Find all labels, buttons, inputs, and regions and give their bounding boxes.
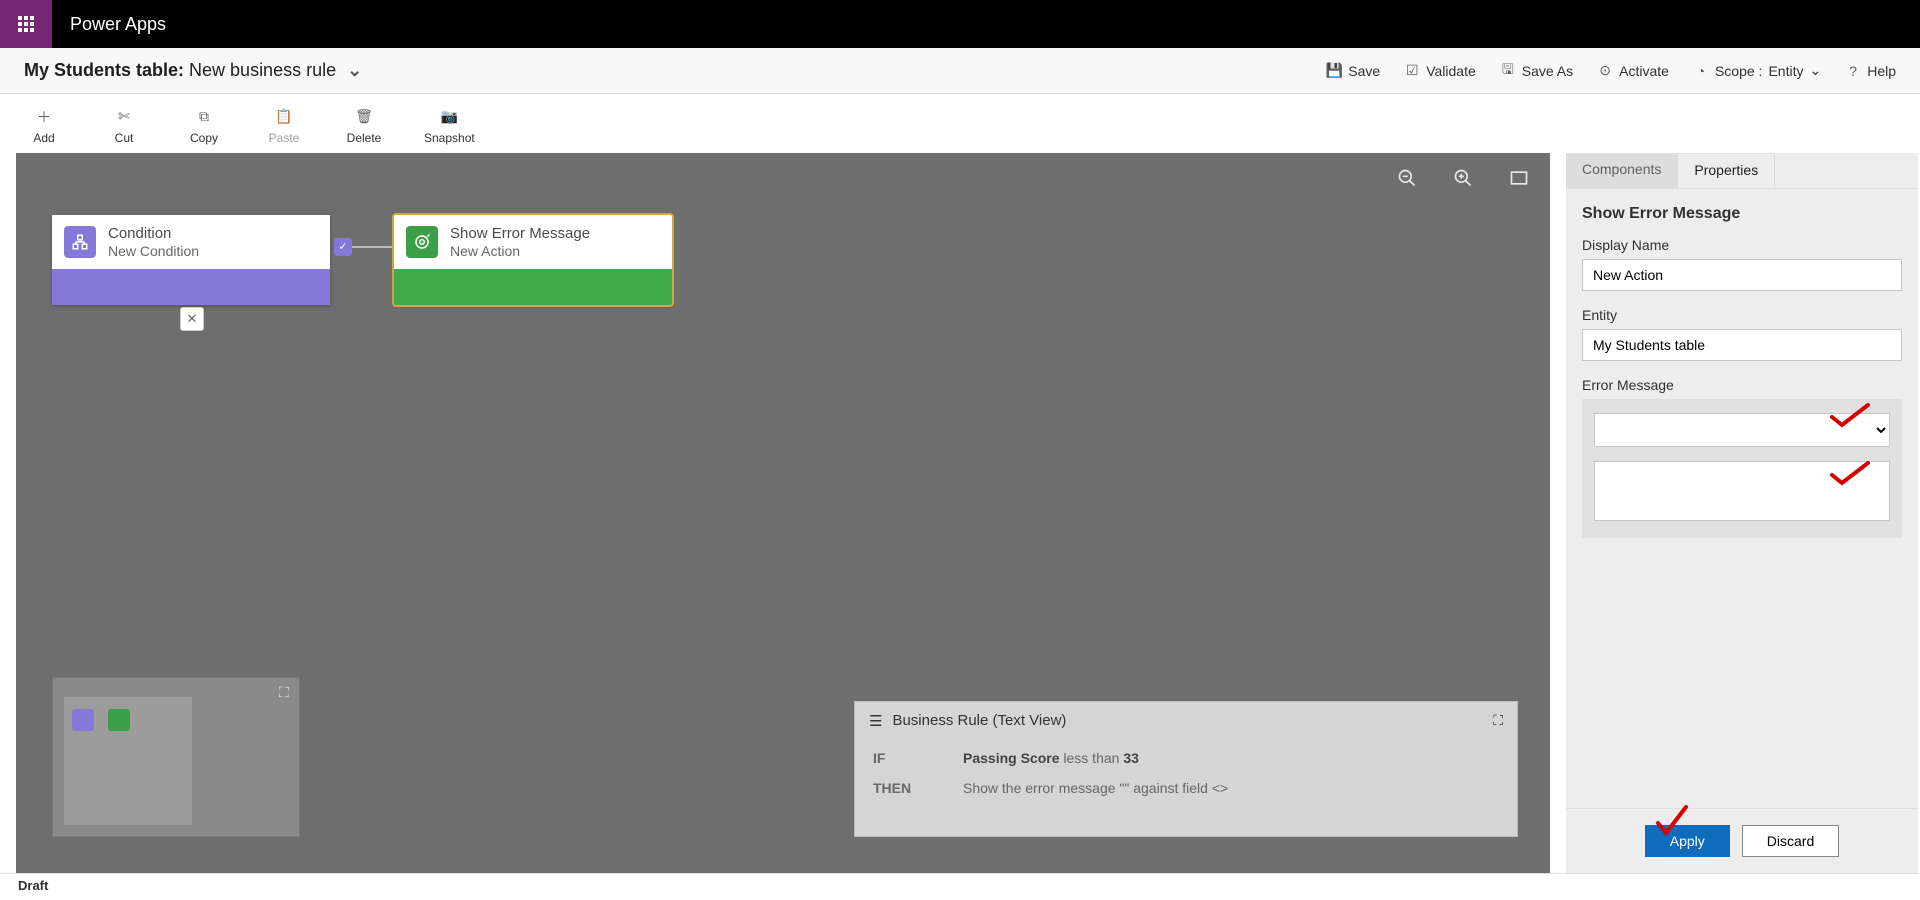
validate-icon: ☑ (1404, 63, 1420, 79)
add-button[interactable]: ＋Add (24, 107, 64, 145)
save-as-label: Save As (1522, 63, 1573, 79)
paste-icon: 📋 (274, 107, 294, 127)
snapshot-button[interactable]: 📷Snapshot (424, 107, 475, 145)
scope-label: Scope : (1715, 63, 1762, 79)
action-node[interactable]: Show Error Message New Action (394, 215, 672, 305)
minimap-action-node (108, 709, 130, 731)
error-message-text-input[interactable] (1594, 461, 1890, 521)
minimap-condition-node (72, 709, 94, 731)
tab-properties[interactable]: Properties (1677, 153, 1775, 188)
designer-canvas[interactable]: Condition New Condition ✓ ✕ Show Error M… (16, 153, 1550, 873)
condition-subtitle: New Condition (108, 243, 199, 259)
properties-panel: Components Properties Show Error Message… (1566, 153, 1918, 873)
action-subtitle: New Action (450, 243, 590, 259)
cut-button[interactable]: ✄Cut (104, 107, 144, 145)
then-expression: Show the error message "" against field … (963, 780, 1228, 796)
condition-icon (64, 226, 96, 258)
expand-icon[interactable]: ⛶ (279, 684, 293, 698)
chevron-down-icon: ⌄ (347, 60, 362, 80)
action-title: Show Error Message (450, 225, 590, 243)
scope-icon: ◔ (1693, 63, 1709, 79)
list-icon: ☰ (869, 712, 882, 730)
camera-icon: 📷 (439, 107, 459, 127)
paste-button[interactable]: 📋Paste (264, 107, 304, 145)
breadcrumb[interactable]: My Students table: New business rule ⌄ (24, 60, 362, 81)
scissors-icon: ✄ (114, 107, 134, 127)
save-as-icon: 🖫 (1500, 63, 1516, 79)
if-expression: Passing Score less than 33 (963, 750, 1139, 766)
validate-button[interactable]: ☑ Validate (1404, 63, 1476, 79)
collapse-branch-button[interactable]: ✕ (180, 307, 204, 331)
action-footer (394, 269, 672, 305)
breadcrumb-prefix: My Students table: (24, 60, 184, 80)
plus-icon: ＋ (34, 107, 54, 127)
error-message-field-select[interactable] (1594, 413, 1890, 447)
chevron-down-icon: ⌄ (1809, 62, 1821, 79)
status-label: Draft (18, 878, 48, 893)
help-button[interactable]: ? Help (1845, 63, 1896, 79)
condition-node[interactable]: Condition New Condition (52, 215, 330, 305)
then-label: THEN (873, 780, 923, 796)
condition-title: Condition (108, 225, 199, 243)
fit-to-screen-button[interactable] (1508, 167, 1530, 189)
business-rule-text-view: ☰ Business Rule (Text View) ⛶ IF Passing… (854, 701, 1518, 837)
command-bar: My Students table: New business rule ⌄ 💾… (0, 48, 1920, 94)
minimap-viewport (63, 696, 193, 826)
copy-icon: ⧉ (194, 107, 214, 127)
activate-icon: ⊙ (1597, 63, 1613, 79)
activate-button[interactable]: ⊙ Activate (1597, 63, 1669, 79)
breadcrumb-title: New business rule (189, 60, 336, 80)
connector-line (352, 246, 394, 248)
scope-selector[interactable]: ◔ Scope : Entity ⌄ (1693, 62, 1821, 79)
if-label: IF (873, 750, 923, 766)
true-branch-marker: ✓ (334, 238, 352, 256)
trash-icon: 🗑 (354, 107, 374, 127)
annotation-checkmark (1654, 803, 1690, 839)
action-icon (406, 226, 438, 258)
save-button[interactable]: 💾 Save (1326, 63, 1380, 79)
scope-value: Entity (1768, 63, 1803, 79)
expand-icon[interactable]: ⛶ (1493, 712, 1503, 729)
display-name-label: Display Name (1582, 237, 1902, 253)
discard-button[interactable]: Discard (1742, 825, 1839, 857)
app-launcher-button[interactable] (0, 0, 52, 48)
save-as-button[interactable]: 🖫 Save As (1500, 63, 1573, 79)
condition-footer (52, 269, 330, 305)
zoom-out-button[interactable] (1396, 167, 1418, 189)
text-view-title: Business Rule (Text View) (892, 712, 1066, 729)
minimap[interactable]: ⛶ (52, 677, 300, 837)
entity-input[interactable] (1582, 329, 1902, 361)
save-icon: 💾 (1326, 63, 1342, 79)
designer-toolbar: ＋Add ✄Cut ⧉Copy 📋Paste 🗑Delete 📷Snapshot (0, 94, 1920, 152)
help-icon: ? (1845, 63, 1861, 79)
waffle-icon (18, 16, 34, 32)
display-name-input[interactable] (1582, 259, 1902, 291)
copy-button[interactable]: ⧉Copy (184, 107, 224, 145)
zoom-in-button[interactable] (1452, 167, 1474, 189)
activate-label: Activate (1619, 63, 1669, 79)
status-bar: Draft (0, 873, 1920, 900)
tab-components[interactable]: Components (1566, 153, 1677, 188)
panel-section-title: Show Error Message (1582, 205, 1902, 223)
entity-label: Entity (1582, 307, 1902, 323)
validate-label: Validate (1426, 63, 1476, 79)
app-title: Power Apps (70, 14, 166, 35)
error-message-label: Error Message (1582, 377, 1902, 393)
global-header: Power Apps (0, 0, 1920, 48)
delete-button[interactable]: 🗑Delete (344, 107, 384, 145)
help-label: Help (1867, 63, 1896, 79)
save-label: Save (1348, 63, 1380, 79)
